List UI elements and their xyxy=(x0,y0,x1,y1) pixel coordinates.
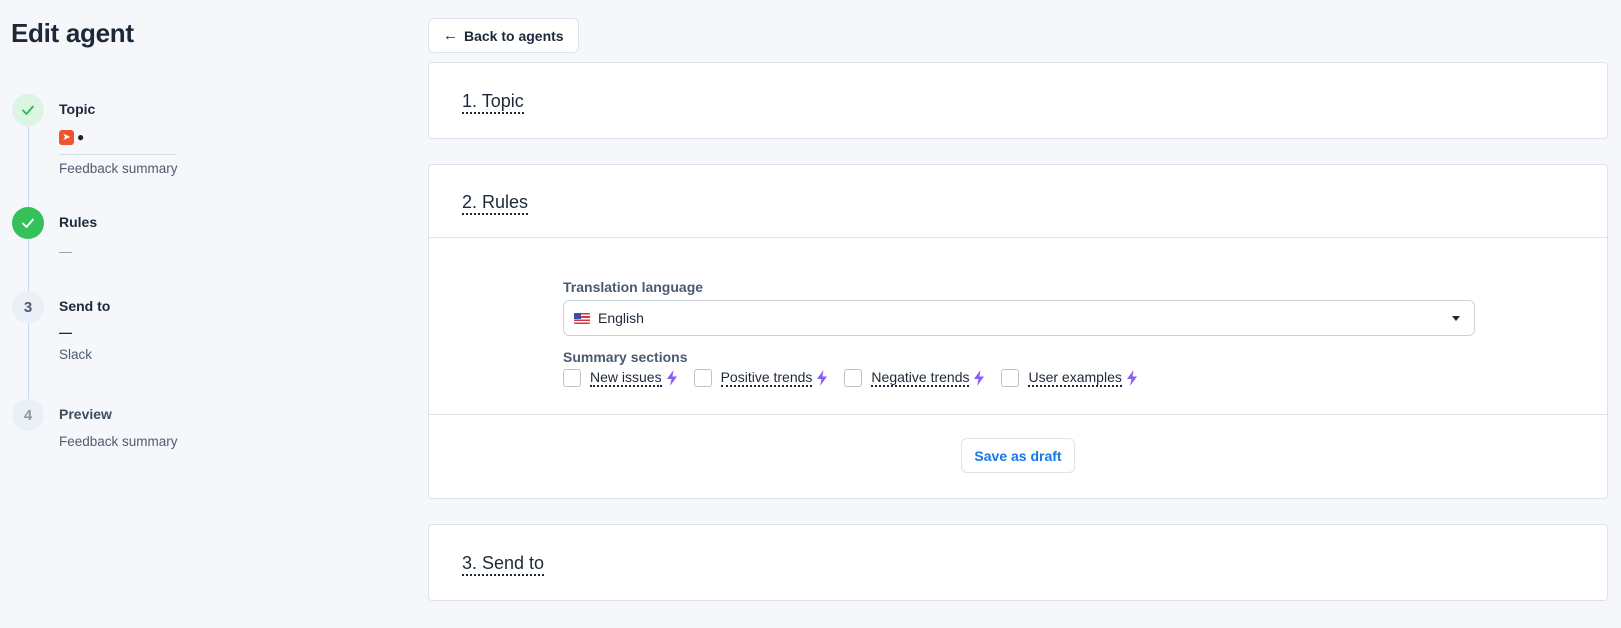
apple-icon: ● xyxy=(77,130,85,144)
checkbox-label[interactable]: User examples xyxy=(1028,369,1122,387)
divider xyxy=(59,154,177,155)
section-send-to[interactable]: 3. Send to xyxy=(428,524,1608,601)
back-to-agents-button[interactable]: ← Back to agents xyxy=(428,18,579,53)
section-title-send-to[interactable]: 3. Send to xyxy=(462,553,545,576)
save-as-draft-button[interactable]: Save as draft xyxy=(961,438,1075,473)
lightning-icon xyxy=(1126,370,1137,386)
caret-down-icon xyxy=(1452,316,1460,321)
lightning-icon xyxy=(974,370,985,386)
checkbox-label[interactable]: Negative trends xyxy=(871,369,970,387)
page-title: Edit agent xyxy=(11,18,134,48)
option-new-issues[interactable]: New issues xyxy=(563,369,678,387)
check-icon xyxy=(12,207,44,239)
arrow-left-icon: ← xyxy=(443,27,458,44)
step-number: 4 xyxy=(12,399,44,431)
step-subtitle-send-to: Slack xyxy=(59,347,93,362)
step-subtitle-topic: Feedback summary xyxy=(59,161,178,176)
back-button-label: Back to agents xyxy=(464,27,564,44)
section-title-rules[interactable]: 2. Rules xyxy=(462,192,529,215)
step-title-preview: Preview xyxy=(59,406,112,422)
app-source-icon: ➤ xyxy=(59,130,74,145)
section-rules: 2. Rules Translation language English Su… xyxy=(428,164,1608,499)
checkbox[interactable] xyxy=(693,369,712,387)
divider xyxy=(429,414,1607,415)
translation-language-select[interactable]: English xyxy=(563,300,1475,336)
source-icons: ➤ ● xyxy=(59,130,84,145)
lightning-icon xyxy=(817,370,828,386)
checkbox[interactable] xyxy=(844,369,863,387)
lightning-icon xyxy=(666,370,677,386)
checkbox[interactable] xyxy=(1001,369,1020,387)
step-number: 3 xyxy=(12,291,44,323)
option-negative-trends[interactable]: Negative trends xyxy=(844,369,985,387)
step-title-rules: Rules xyxy=(59,214,98,230)
checkbox[interactable] xyxy=(563,369,581,387)
summary-sections-options: New issues Positive trends Negative tren… xyxy=(563,369,1154,387)
option-user-examples[interactable]: User examples xyxy=(1001,369,1137,387)
us-flag-icon xyxy=(574,312,590,324)
check-icon xyxy=(12,94,44,126)
summary-sections-label: Summary sections xyxy=(563,349,688,365)
step-title-send-to: Send to xyxy=(59,298,111,314)
divider xyxy=(429,237,1607,238)
option-positive-trends[interactable]: Positive trends xyxy=(693,369,829,387)
step-dash-send-to: — xyxy=(59,325,72,340)
checkbox-label[interactable]: Positive trends xyxy=(720,369,813,387)
step-subtitle-preview: Feedback summary xyxy=(59,434,178,449)
section-title-topic[interactable]: 1. Topic xyxy=(462,91,524,114)
section-topic[interactable]: 1. Topic xyxy=(428,62,1608,139)
stepper-line xyxy=(28,115,29,415)
translation-language-value: English xyxy=(598,310,644,326)
translation-language-label: Translation language xyxy=(563,279,704,295)
checkbox-label[interactable]: New issues xyxy=(590,369,662,387)
step-subtitle-rules: — xyxy=(59,244,72,259)
step-title-topic: Topic xyxy=(59,101,96,117)
